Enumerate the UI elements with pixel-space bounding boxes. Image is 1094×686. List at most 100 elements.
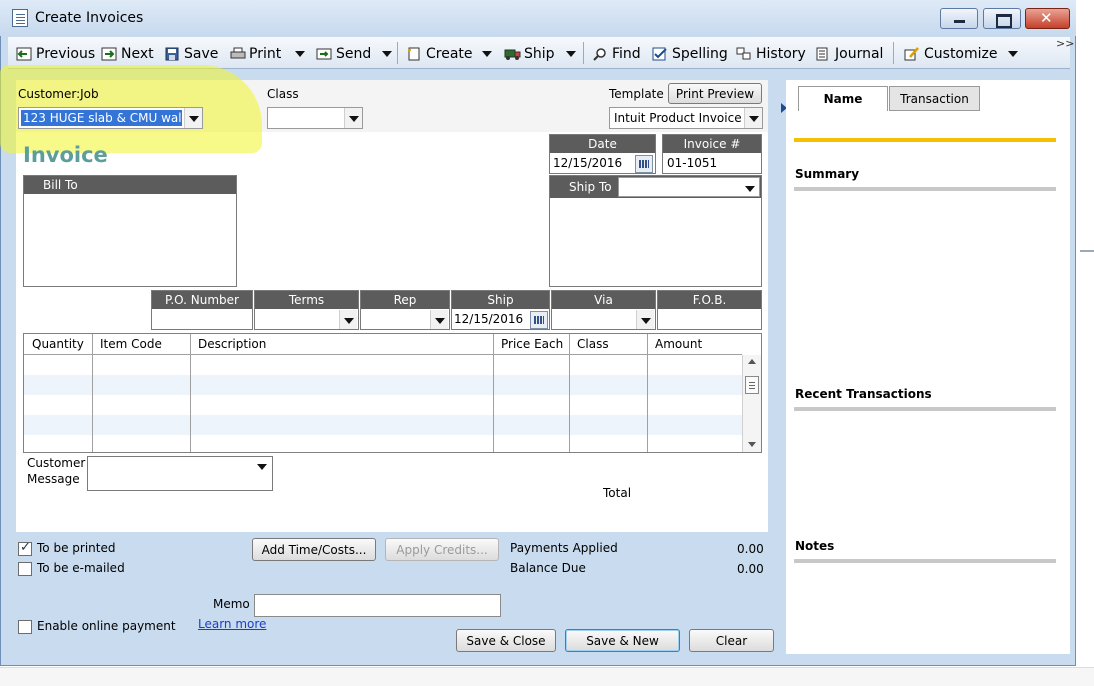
- fob-box[interactable]: F.O.B.: [657, 290, 762, 330]
- previous-arrow-icon: [16, 47, 32, 61]
- ship-date-box[interactable]: Ship 12/15/2016: [451, 290, 550, 330]
- apply-credits-button[interactable]: Apply Credits...: [385, 538, 499, 561]
- col-description[interactable]: Description: [190, 334, 493, 354]
- chevron-down-icon[interactable]: [257, 464, 267, 470]
- table-row[interactable]: [24, 355, 742, 375]
- save-new-button[interactable]: Save & New: [565, 629, 680, 652]
- history-button[interactable]: History: [736, 44, 806, 64]
- customize-dropdown[interactable]: [1008, 44, 1018, 64]
- chevron-down-icon[interactable]: [636, 310, 654, 329]
- ship-truck-icon: [504, 47, 521, 61]
- scroll-thumb[interactable]: [745, 376, 759, 394]
- send-button[interactable]: Send: [316, 44, 371, 64]
- via-header: Via: [552, 291, 655, 309]
- save-button[interactable]: Save: [164, 44, 218, 64]
- close-button[interactable]: [1025, 8, 1070, 29]
- rep-box[interactable]: Rep: [360, 290, 450, 330]
- ship-label: Ship: [524, 46, 555, 62]
- calendar-icon[interactable]: [635, 155, 653, 173]
- column-divider: [92, 334, 93, 452]
- to-be-printed-checkbox[interactable]: [18, 540, 32, 556]
- chevron-down-icon: [382, 51, 392, 57]
- journal-button[interactable]: Journal: [815, 44, 883, 64]
- chevron-down-icon[interactable]: [741, 178, 759, 196]
- chevron-down-icon[interactable]: [344, 108, 362, 128]
- customer-message-combo[interactable]: [87, 456, 273, 491]
- printer-icon: [229, 47, 246, 61]
- journal-icon: [815, 47, 831, 61]
- tab-transaction[interactable]: Transaction: [889, 86, 980, 111]
- send-dropdown[interactable]: [382, 44, 392, 64]
- memo-input[interactable]: [254, 594, 501, 617]
- enable-online-payment-checkbox[interactable]: [18, 620, 32, 634]
- chevron-down-icon[interactable]: [339, 310, 357, 329]
- invoice-number-field[interactable]: 01-1051: [667, 156, 717, 170]
- clear-button[interactable]: Clear: [689, 629, 774, 652]
- col-price-each[interactable]: Price Each: [493, 334, 569, 354]
- invoice-number-header: Invoice #: [663, 135, 761, 153]
- template-combo[interactable]: Intuit Product Invoice: [609, 107, 763, 129]
- col-amount[interactable]: Amount: [647, 334, 742, 354]
- minimize-button[interactable]: [940, 8, 978, 29]
- print-dropdown[interactable]: [295, 44, 305, 64]
- scroll-up-icon[interactable]: [748, 359, 756, 364]
- previous-button[interactable]: Previous: [16, 44, 95, 64]
- terms-combo[interactable]: [256, 310, 357, 329]
- table-row[interactable]: [24, 375, 742, 395]
- ship-dropdown[interactable]: [566, 44, 576, 64]
- customer-job-value: 123 HUGE slab & CMU walls: [21, 110, 182, 126]
- via-box[interactable]: Via: [551, 290, 656, 330]
- memo-label: Memo: [213, 597, 250, 611]
- chevron-down-icon[interactable]: [744, 108, 762, 128]
- table-row[interactable]: [24, 435, 742, 452]
- po-number-box[interactable]: P.O. Number: [151, 290, 253, 330]
- bill-to-box[interactable]: Bill To: [23, 175, 237, 287]
- customer-job-combo[interactable]: 123 HUGE slab & CMU walls: [18, 107, 203, 129]
- chevron-down-icon: [1008, 51, 1018, 57]
- balance-due-label: Balance Due: [510, 561, 586, 575]
- toolbar-overflow[interactable]: >>: [1056, 37, 1074, 50]
- table-row[interactable]: [24, 415, 742, 435]
- next-button[interactable]: Next: [101, 44, 154, 64]
- column-divider: [647, 334, 648, 452]
- customize-button[interactable]: Customize: [904, 44, 998, 64]
- class-combo[interactable]: [267, 107, 363, 129]
- ship-button[interactable]: Ship: [504, 44, 555, 64]
- create-label: Create: [426, 46, 473, 62]
- chevron-down-icon[interactable]: [430, 310, 448, 329]
- tab-name[interactable]: Name: [798, 86, 888, 111]
- maximize-button[interactable]: [983, 8, 1021, 29]
- col-class[interactable]: Class: [569, 334, 647, 354]
- col-item-code[interactable]: Item Code: [92, 334, 190, 354]
- date-field[interactable]: 12/15/2016: [551, 154, 654, 174]
- scroll-down-icon[interactable]: [748, 442, 756, 447]
- print-button[interactable]: Print: [229, 44, 281, 64]
- window-title: Create Invoices: [35, 10, 144, 26]
- ship-date-value: 12/15/2016: [454, 312, 524, 326]
- to-be-emailed-checkbox[interactable]: [18, 562, 32, 576]
- ship-to-combo[interactable]: [618, 177, 760, 197]
- rep-combo[interactable]: [362, 310, 448, 329]
- notes-divider: [794, 559, 1056, 563]
- toolbar-separator: [893, 42, 894, 64]
- date-box: Date 12/15/2016: [549, 134, 656, 174]
- find-button[interactable]: Find: [592, 44, 641, 64]
- add-time-costs-button[interactable]: Add Time/Costs...: [252, 538, 376, 561]
- save-close-button[interactable]: Save & Close: [456, 629, 556, 652]
- ship-to-box[interactable]: Ship To: [549, 175, 762, 287]
- history-icon: [736, 47, 752, 61]
- create-button[interactable]: Create: [406, 44, 473, 64]
- terms-box[interactable]: Terms: [254, 290, 359, 330]
- background-strip: [0, 667, 1094, 686]
- spelling-button[interactable]: Spelling: [652, 44, 728, 64]
- print-preview-button[interactable]: Print Preview: [668, 83, 762, 104]
- learn-more-link[interactable]: Learn more: [198, 617, 266, 631]
- items-scrollbar[interactable]: [742, 355, 761, 452]
- create-dropdown[interactable]: [482, 44, 492, 64]
- col-quantity[interactable]: Quantity: [24, 334, 92, 354]
- chevron-down-icon[interactable]: [184, 108, 202, 128]
- table-row[interactable]: [24, 395, 742, 415]
- via-combo[interactable]: [553, 310, 654, 329]
- enable-online-payment-label: Enable online payment: [37, 619, 176, 633]
- calendar-icon[interactable]: [530, 311, 548, 329]
